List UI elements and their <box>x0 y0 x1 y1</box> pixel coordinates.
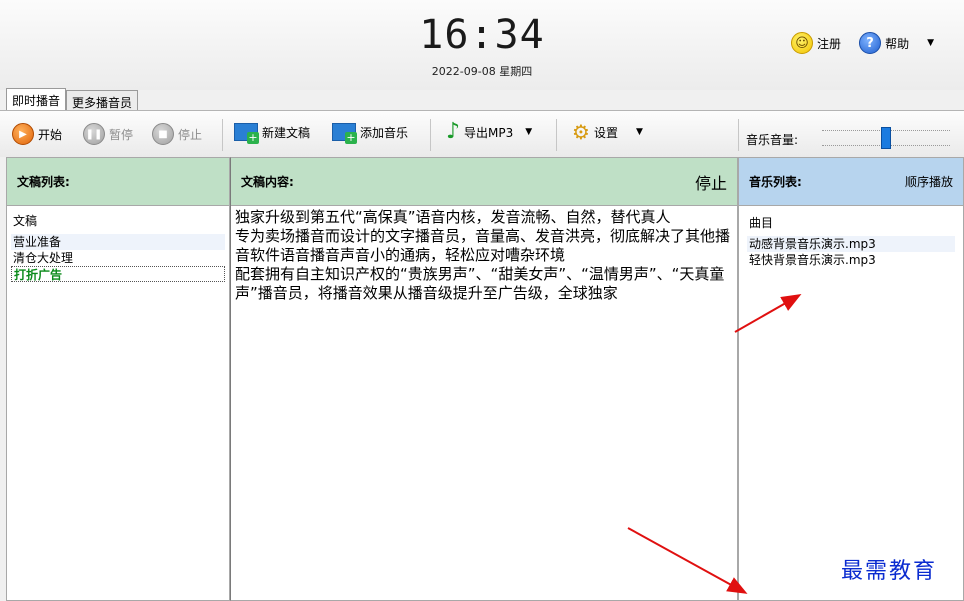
new-document-button[interactable]: 新建文稿 <box>234 123 311 144</box>
stop-button[interactable]: ■ 停止 <box>152 123 202 145</box>
header: 16:34 2022-09-08 星期四 ☺ 注册 ? 帮助 ▼ <box>0 0 964 90</box>
new-document-icon <box>234 123 259 144</box>
watermark: 最需教育 <box>841 559 938 584</box>
date: 2022-09-08 星期四 <box>431 65 533 78</box>
music-list-header: 音乐列表: 顺序播放 <box>739 158 963 206</box>
help-link[interactable]: 帮助 <box>885 35 909 52</box>
tab-live-broadcast[interactable]: 即时播音 <box>6 88 67 110</box>
help-icon[interactable]: ? <box>859 32 882 54</box>
add-music-icon <box>332 123 357 144</box>
document-content-panel: 文稿内容: 停止 独家升级到第五代“高保真”语音内核，发音流畅、自然，替代真人 … <box>230 157 738 601</box>
export-mp3-label: 导出MP3 <box>464 125 514 140</box>
list-item[interactable]: 营业准备 <box>11 234 225 250</box>
new-document-label: 新建文稿 <box>262 125 311 140</box>
document-content-title: 文稿内容: <box>241 175 294 189</box>
list-item-selected[interactable]: 打折广告 <box>11 266 225 282</box>
music-note-icon: ♪ <box>446 119 461 144</box>
document-list-column-header: 文稿 <box>13 214 38 228</box>
top-right-links: ☺ 注册 ? 帮助 ▼ <box>791 32 934 54</box>
toolbar-divider <box>738 119 739 151</box>
play-icon: ▶ <box>12 123 34 145</box>
list-item[interactable]: 动感背景音乐演示.mp3 <box>747 236 955 252</box>
settings-button[interactable]: ⚙ 设置 ▼ <box>572 120 643 144</box>
stop-label: 停止 <box>178 127 203 142</box>
content-paragraph: 专为卖场播音而设计的文字播音员，音量高、发音洪亮，彻底解决了其他播音软件语音播音… <box>235 227 731 264</box>
settings-icon: ⚙ <box>572 120 590 144</box>
document-list-title: 文稿列表: <box>17 175 70 189</box>
music-list-column-header: 曲目 <box>749 216 774 230</box>
toolbar-divider <box>222 119 223 151</box>
document-list-header: 文稿列表: <box>7 158 229 206</box>
register-link[interactable]: 注册 <box>817 35 841 52</box>
chevron-down-icon[interactable]: ▼ <box>525 127 532 137</box>
music-list-title: 音乐列表: <box>749 175 802 189</box>
pause-button[interactable]: ❚❚ 暂停 <box>83 123 133 145</box>
export-mp3-button[interactable]: ♪ 导出MP3 ▼ <box>446 119 532 144</box>
play-button[interactable]: ▶ 开始 <box>12 123 62 145</box>
chevron-down-icon[interactable]: ▼ <box>927 38 934 48</box>
volume-label: 音乐音量: <box>746 133 799 147</box>
add-music-label: 添加音乐 <box>360 125 409 140</box>
settings-label: 设置 <box>593 125 618 140</box>
play-label: 开始 <box>38 127 63 142</box>
toolbar: ▶ 开始 ❚❚ 暂停 ■ 停止 新建文稿 添加音乐 ♪ 导出MP3 ▼ ⚙ 设置… <box>0 110 964 157</box>
pause-icon: ❚❚ <box>83 123 105 145</box>
music-list: 曲目 动感背景音乐演示.mp3 轻快背景音乐演示.mp3 <box>739 206 963 268</box>
smiley-icon[interactable]: ☺ <box>791 32 814 54</box>
toolbar-divider <box>556 119 557 151</box>
pause-label: 暂停 <box>109 127 134 142</box>
play-mode-button[interactable]: 顺序播放 <box>905 173 953 190</box>
toolbar-divider <box>430 119 431 151</box>
add-music-button[interactable]: 添加音乐 <box>332 123 409 144</box>
document-content-header: 文稿内容: 停止 <box>231 158 737 206</box>
tab-more-announcers[interactable]: 更多播音员 <box>66 90 139 110</box>
slider-thumb[interactable] <box>881 127 891 149</box>
playback-status: 停止 <box>694 173 727 193</box>
list-item[interactable]: 轻快背景音乐演示.mp3 <box>747 252 955 268</box>
stop-icon: ■ <box>152 123 174 145</box>
content-paragraph: 配套拥有自主知识产权的“贵族男声”、“甜美女声”、“温情男声”、“天真童声”播音… <box>235 265 725 302</box>
document-list: 文稿 营业准备 清仓大处理 打折广告 <box>7 206 229 282</box>
content-paragraph: 独家升级到第五代“高保真”语音内核，发音流畅、自然，替代真人 <box>235 208 671 226</box>
document-text-editor[interactable]: 独家升级到第五代“高保真”语音内核，发音流畅、自然，替代真人 专为卖场播音而设计… <box>231 206 737 303</box>
chevron-down-icon[interactable]: ▼ <box>636 127 643 137</box>
tab-bar: 即时播音 更多播音员 <box>6 88 139 110</box>
list-item[interactable]: 清仓大处理 <box>11 250 225 266</box>
volume-slider[interactable] <box>822 127 950 149</box>
music-list-panel: 音乐列表: 顺序播放 曲目 动感背景音乐演示.mp3 轻快背景音乐演示.mp3 <box>738 157 964 601</box>
document-list-panel: 文稿列表: 文稿 营业准备 清仓大处理 打折广告 <box>6 157 230 601</box>
